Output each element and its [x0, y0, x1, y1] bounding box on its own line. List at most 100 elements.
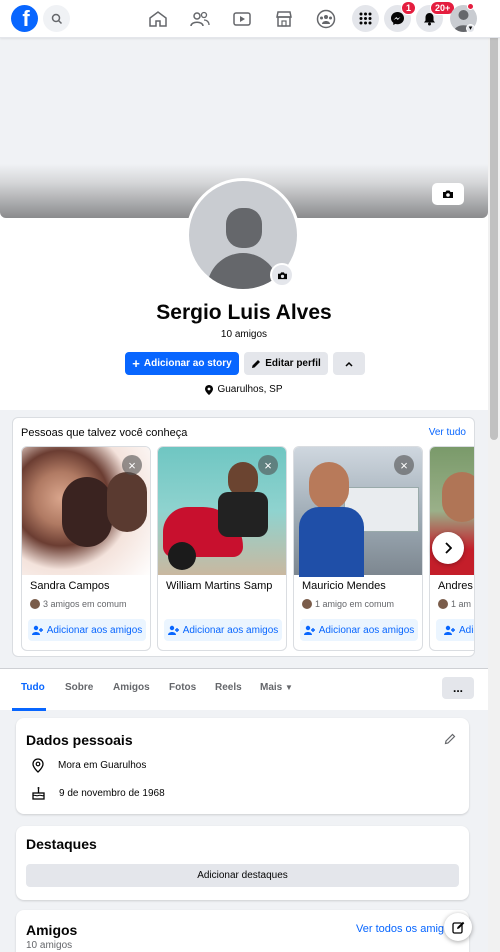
see-all-friends-link[interactable]: Ver todos os amig	[356, 923, 444, 935]
messenger-badge: 1	[401, 1, 417, 15]
nav-watch[interactable]	[229, 6, 255, 32]
collapse-button[interactable]	[333, 352, 365, 375]
mutual-friends: 3 amigos em comum	[30, 599, 127, 609]
profile-header: Sergio Luis Alves 10 amigos + Adicionar …	[0, 38, 488, 410]
pencil-icon	[444, 733, 456, 745]
location-text: Guarulhos, SP	[217, 384, 283, 395]
nav-marketplace[interactable]	[271, 6, 297, 32]
tab-all[interactable]: Tudo	[21, 682, 45, 693]
more-options-button[interactable]: ...	[442, 677, 474, 699]
add-friend-icon	[444, 625, 455, 635]
grid-menu-icon	[359, 12, 372, 25]
close-icon[interactable]: ×	[394, 455, 414, 475]
friends-card: Amigos 10 amigos Ver todos os amig	[16, 910, 469, 952]
suggestion-name[interactable]: Sandra Campos	[30, 580, 110, 592]
add-friend-button[interactable]: Adicionar aos amigos	[164, 619, 282, 641]
account-alert-dot	[467, 3, 474, 10]
mutual-friend-avatar	[302, 599, 312, 609]
edit-profile-label: Editar perfil	[265, 358, 321, 369]
caret-down-icon: ▼	[285, 683, 293, 692]
tab-photos[interactable]: Fotos	[169, 682, 196, 693]
profile-location: Guarulhos, SP	[0, 384, 488, 395]
tab-reels[interactable]: Reels	[215, 682, 242, 693]
nav-home[interactable]	[145, 6, 171, 32]
video-icon	[233, 12, 251, 26]
scrollbar[interactable]	[488, 0, 500, 952]
add-friend-label: Adicionar aos amigos	[182, 624, 279, 636]
location-pin-icon	[205, 384, 214, 395]
add-highlights-button[interactable]: Adicionar destaques	[26, 864, 459, 887]
tab-about[interactable]: Sobre	[65, 682, 93, 693]
birthday-row: 9 de novembro de 1968	[32, 786, 165, 800]
friends-icon	[190, 11, 210, 27]
add-to-story-button[interactable]: + Adicionar ao story	[125, 352, 239, 375]
suggestion-card[interactable]: × William Martins Samp Adicionar aos ami…	[157, 446, 287, 651]
close-icon[interactable]: ×	[258, 455, 278, 475]
compose-button[interactable]	[444, 913, 472, 941]
pymk-see-all-link[interactable]: Ver tudo	[429, 427, 466, 438]
add-friend-label: Adicionar aos amigos	[46, 624, 143, 636]
chevron-up-icon	[345, 361, 353, 367]
profile-friends-count[interactable]: 10 amigos	[0, 329, 488, 340]
suggestion-card[interactable]: × Mauricio Mendes 1 amigo em comum Adici…	[293, 446, 423, 651]
mutual-friends-text: 1 amigo em comum	[315, 599, 395, 609]
birthday-cake-icon	[32, 787, 45, 800]
edit-profile-picture-button[interactable]	[270, 263, 294, 287]
edit-cover-button[interactable]	[432, 183, 464, 205]
scrollbar-thumb[interactable]	[490, 20, 498, 440]
camera-icon	[443, 190, 453, 198]
tab-friends[interactable]: Amigos	[113, 682, 150, 693]
add-friend-icon	[303, 625, 315, 635]
nav-friends[interactable]	[187, 6, 213, 32]
location-pin-icon	[32, 758, 44, 773]
suggestion-name[interactable]: Mauricio Mendes	[302, 580, 386, 592]
add-to-story-label: Adicionar ao story	[143, 358, 232, 369]
people-you-may-know: Pessoas que talvez você conheça Ver tudo…	[12, 417, 475, 657]
home-icon	[149, 11, 167, 27]
tab-more[interactable]: Mais ▼	[260, 682, 293, 693]
next-button[interactable]	[432, 532, 464, 564]
highlights-title: Destaques	[26, 836, 97, 852]
suggestion-name[interactable]: Andres	[438, 580, 473, 592]
lives-in-row: Mora em Guarulhos	[32, 758, 146, 773]
close-icon[interactable]: ×	[122, 455, 142, 475]
plus-icon: +	[132, 355, 140, 371]
active-tab-indicator	[12, 708, 46, 711]
mutual-friends-text: 1 am	[451, 599, 472, 609]
lives-in-text: Mora em Guarulhos	[58, 760, 147, 771]
tab-more-label: Mais	[260, 682, 283, 693]
personal-details-card: Dados pessoais Mora em Guarulhos 9 de no…	[16, 718, 469, 814]
messenger-button[interactable]: 1	[384, 1, 417, 32]
pymk-title: Pessoas que talvez você conheça	[21, 427, 188, 439]
menu-button[interactable]	[352, 5, 379, 32]
birthday-text: 9 de novembro de 1968	[59, 787, 165, 799]
mutual-friends-text: 3 amigos em comum	[43, 599, 127, 609]
personal-details-title: Dados pessoais	[26, 732, 133, 748]
facebook-logo-letter: f	[22, 6, 30, 31]
suggestion-card[interactable]: × Sandra Campos 3 amigos em comum Adicio…	[21, 446, 151, 651]
edit-profile-button[interactable]: Editar perfil	[244, 352, 328, 375]
add-highlights-label: Adicionar destaques	[197, 870, 288, 881]
more-options-icon: ...	[452, 681, 463, 695]
mutual-friend-avatar	[438, 599, 448, 609]
search-icon	[51, 13, 62, 24]
nav-groups[interactable]	[313, 6, 339, 32]
pencil-icon	[252, 359, 261, 368]
suggestion-name[interactable]: William Martins Samp	[166, 580, 272, 592]
add-friend-label: Adic	[459, 624, 474, 636]
add-friend-label: Adicionar aos amigos	[318, 624, 415, 636]
profile-tabs: Tudo Sobre Amigos Fotos Reels Mais ▼ ...	[0, 668, 488, 711]
groups-icon	[316, 9, 336, 29]
highlights-card: Destaques Adicionar destaques	[16, 826, 469, 900]
add-friend-button[interactable]: Adicionar aos amigos	[300, 619, 418, 641]
notifications-button[interactable]: 20+	[416, 1, 456, 32]
edit-details-button[interactable]	[444, 732, 456, 750]
mutual-friend-avatar	[30, 599, 40, 609]
add-friend-button[interactable]: Adic	[436, 619, 474, 641]
search-button[interactable]	[43, 5, 70, 32]
add-friend-button[interactable]: Adicionar aos amigos	[28, 619, 146, 641]
chevron-down-icon[interactable]: ▾	[466, 24, 475, 33]
facebook-logo[interactable]: f	[11, 5, 38, 32]
add-friend-icon	[31, 625, 43, 635]
marketplace-icon	[276, 11, 292, 27]
